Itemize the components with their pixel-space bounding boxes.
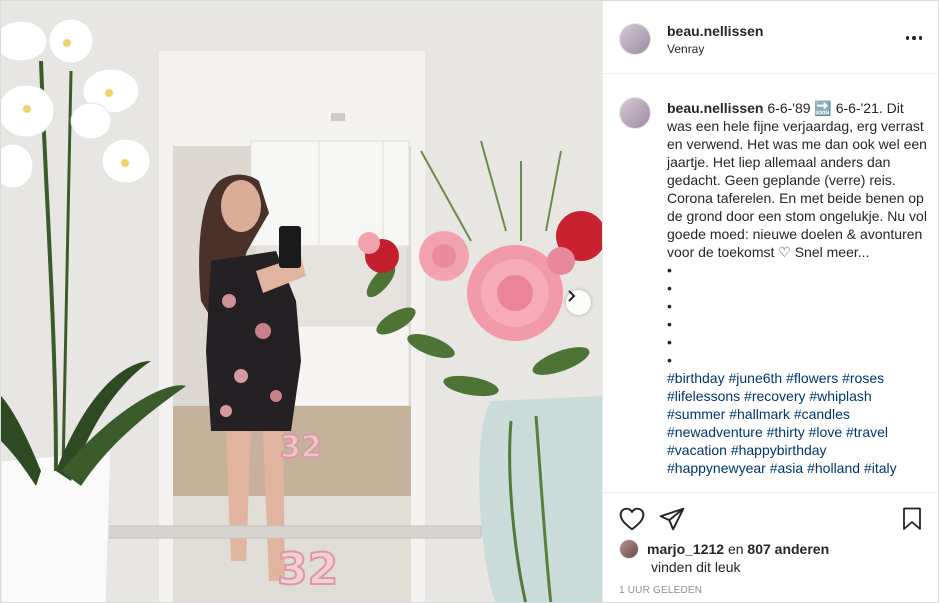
likes-suffix: vinden dit leuk xyxy=(651,559,741,575)
caption-text: 6-6-'89 🔜 6-6-'21. Dit was een hele fijn… xyxy=(667,100,927,260)
post-caption: beau.nellissen 6-6-'89 🔜 6-6-'21. Dit wa… xyxy=(667,99,929,477)
chevron-right-icon xyxy=(568,290,576,302)
bookmark-icon[interactable] xyxy=(901,507,923,531)
post-actions: marjo_1212 en 807 anderen vinden dit leu… xyxy=(603,492,938,600)
number-candles: 32 xyxy=(277,544,338,595)
candle-reflection: 32 xyxy=(280,430,322,465)
post-photo[interactable]: 32 32 xyxy=(1,1,602,602)
post-sidebar: beau.nellissen Venray beau.nellissen 6-6… xyxy=(602,1,938,602)
likes-connector: en xyxy=(724,541,748,557)
dot-line: • xyxy=(667,352,672,368)
dot-line: • xyxy=(667,316,672,332)
avatar[interactable] xyxy=(619,23,651,55)
likes-count[interactable]: 807 anderen xyxy=(747,541,829,557)
post-header: beau.nellissen Venray xyxy=(603,1,938,74)
more-options-icon[interactable] xyxy=(905,29,923,47)
post-modal: 32 32 beau.nellissen Venray beau.nelliss… xyxy=(0,0,939,603)
likes-summary: marjo_1212 en 807 anderen xyxy=(619,539,829,559)
dot-line: • xyxy=(667,334,672,350)
photo-illustration: 32 32 xyxy=(1,1,602,602)
liker-username[interactable]: marjo_1212 xyxy=(647,541,724,557)
heart-icon[interactable] xyxy=(619,507,645,531)
comments-area: beau.nellissen 6-6-'89 🔜 6-6-'21. Dit wa… xyxy=(603,74,938,492)
header-username[interactable]: beau.nellissen xyxy=(667,23,763,39)
header-location[interactable]: Venray xyxy=(667,42,704,56)
caption-avatar[interactable] xyxy=(619,97,651,129)
paper-plane-icon[interactable] xyxy=(659,507,685,531)
caption-username[interactable]: beau.nellissen xyxy=(667,100,763,116)
liker-avatar[interactable] xyxy=(619,539,639,559)
dot-line: • xyxy=(667,280,672,296)
post-timestamp[interactable]: 1 UUR GELEDEN xyxy=(619,585,702,596)
dot-line: • xyxy=(667,262,672,278)
hashtags[interactable]: #birthday #june6th #flowers #roses #life… xyxy=(667,369,929,477)
dot-line: • xyxy=(667,298,672,314)
caption-dots: • • • • • • xyxy=(667,261,929,369)
next-photo-button[interactable] xyxy=(566,290,591,315)
